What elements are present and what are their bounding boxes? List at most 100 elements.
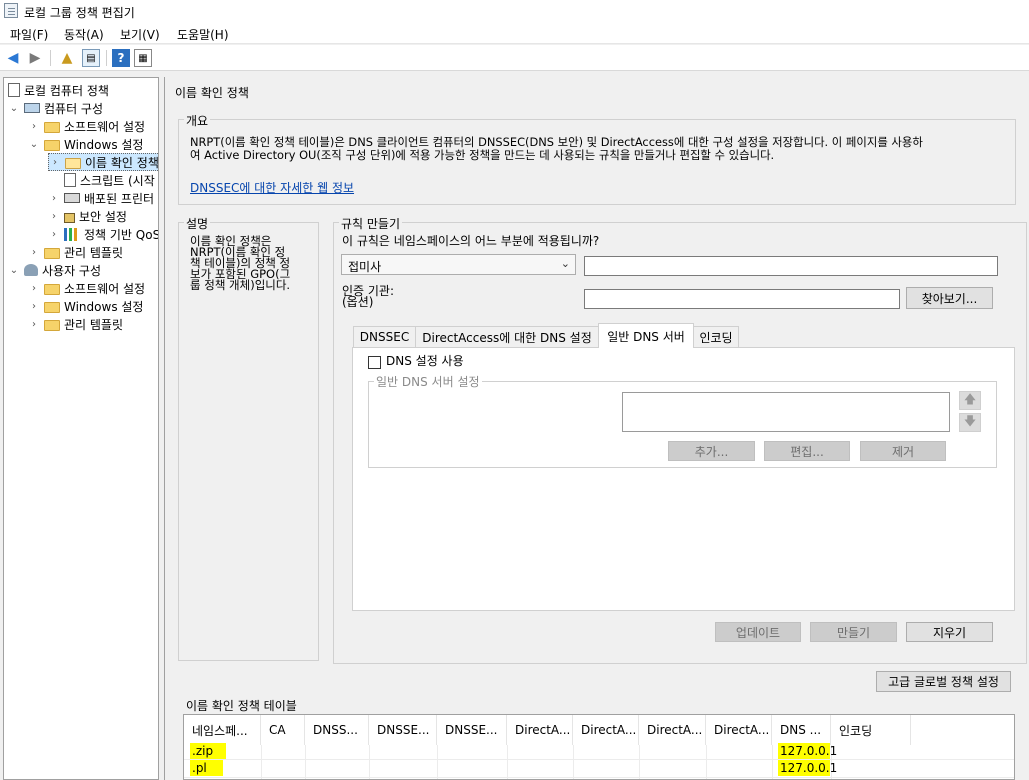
folder-icon (44, 139, 60, 151)
column-divider (706, 745, 707, 779)
back-icon[interactable]: ◀ (4, 49, 22, 67)
properties-icon[interactable]: ▦ (134, 49, 152, 67)
namespace-question: 이 규칙은 네임스페이스의 어느 부분에 적용됩니까? (342, 234, 600, 248)
browse-button[interactable]: 찾아보기... (906, 287, 993, 309)
row-divider (184, 759, 1014, 760)
tree-item-user-config[interactable]: ⌄ 사용자 구성 (8, 261, 101, 279)
namespace-type-select[interactable]: 접미사 ⌄ (341, 254, 576, 275)
dns-settings-label: DNS 설정 사용 (386, 354, 464, 368)
tree-item-label: 소프트웨어 설정 (64, 281, 146, 296)
tree-item-deployed-printers[interactable]: › 배포된 프린터 (48, 189, 154, 207)
show-hide-tree-icon[interactable]: ▤ (82, 49, 100, 67)
chevron-right-icon[interactable]: › (28, 301, 40, 312)
chevron-right-icon[interactable]: › (48, 193, 60, 204)
chevron-down-icon[interactable]: ⌄ (28, 139, 40, 150)
advanced-global-policy-button[interactable]: 고급 글로벌 정책 설정 (876, 671, 1011, 692)
column-header-directaccess-4[interactable]: DirectA... (706, 715, 772, 745)
folder-icon (44, 319, 60, 331)
overview-title: 개요 (184, 112, 211, 129)
menu-action[interactable]: 동작(A) (64, 26, 104, 43)
chevron-right-icon[interactable]: › (28, 283, 40, 294)
move-down-icon[interactable]: 🡇 (959, 413, 981, 432)
printer-icon (64, 193, 80, 203)
tree-item-label: 소프트웨어 설정 (64, 119, 146, 134)
namespace-input[interactable] (584, 256, 998, 276)
tree-item-local-computer-policy[interactable]: 로컬 컴퓨터 정책 (8, 81, 109, 99)
description-title: 설명 (184, 215, 211, 232)
column-divider (369, 745, 370, 779)
forward-icon[interactable]: ▶ (26, 49, 44, 67)
cert-authority-input[interactable] (584, 289, 900, 309)
chevron-right-icon[interactable]: › (28, 121, 40, 132)
column-header-directaccess-2[interactable]: DirectA... (573, 715, 639, 745)
menu-file[interactable]: 파일(F) (10, 26, 48, 43)
chevron-down-icon[interactable]: ⌄ (8, 265, 20, 276)
column-header-directaccess-1[interactable]: DirectA... (507, 715, 573, 745)
table-row-dns[interactable]: 127.0.0.1 (778, 743, 837, 759)
tree-item-admin-templates[interactable]: › 관리 템플릿 (28, 243, 123, 261)
remove-dns-server-button[interactable]: 제거 (860, 441, 946, 461)
tree-item-user-software-settings[interactable]: › 소프트웨어 설정 (28, 279, 145, 297)
column-header-dns[interactable]: DNS ... (772, 715, 831, 745)
column-header-dnssec-1[interactable]: DNSS... (305, 715, 369, 745)
users-icon (24, 264, 38, 276)
help-icon[interactable]: ? (112, 49, 130, 67)
tree-item-name-resolution-policy[interactable]: › 이름 확인 정책 (48, 153, 159, 171)
column-divider (772, 745, 773, 779)
tab-encoding[interactable]: 인코딩 (693, 326, 739, 347)
dns-settings-checkbox[interactable] (368, 356, 381, 369)
tree-item-label: 스크립트 (시작 (80, 173, 155, 188)
column-divider (261, 745, 262, 779)
chevron-right-icon[interactable]: › (49, 157, 61, 168)
overview-text-line2: 여 Active Directory OU(조직 구성 단위)에 적용 가능한 … (190, 148, 775, 162)
tree-item-security-settings[interactable]: › 보안 설정 (48, 207, 127, 225)
tab-dnssec[interactable]: DNSSEC (353, 326, 416, 347)
lock-icon (64, 212, 75, 223)
tab-generic-dns-server[interactable]: 일반 DNS 서버 (598, 323, 694, 348)
tree-item-user-admin-templates[interactable]: › 관리 템플릿 (28, 315, 123, 333)
tree-item-software-settings[interactable]: › 소프트웨어 설정 (28, 117, 145, 135)
column-header-dnssec-2[interactable]: DNSSE... (369, 715, 437, 745)
edit-dns-server-button[interactable]: 편집... (764, 441, 850, 461)
table-row-namespace[interactable]: .zip (190, 743, 226, 759)
move-up-icon[interactable]: 🡅 (959, 391, 981, 410)
column-divider (573, 745, 574, 779)
clear-button[interactable]: 지우기 (906, 622, 993, 642)
tree-item-user-windows-settings[interactable]: › Windows 설정 (28, 297, 143, 315)
column-header-directaccess-3[interactable]: DirectA... (639, 715, 706, 745)
update-button[interactable]: 업데이트 (715, 622, 801, 642)
folder-icon (44, 301, 60, 313)
chevron-down-icon[interactable]: ⌄ (8, 103, 20, 114)
column-header-namespace[interactable]: 네임스페... (184, 715, 261, 745)
column-header-encoding[interactable]: 인코딩 (831, 715, 911, 745)
toolbar-separator (106, 50, 107, 66)
chevron-right-icon[interactable]: › (28, 247, 40, 258)
tree-item-computer-config[interactable]: ⌄ 컴퓨터 구성 (8, 99, 103, 117)
nrpt-table[interactable]: 네임스페... CA DNSS... DNSSE... DNSSE... Dir… (183, 714, 1015, 780)
dns-server-list[interactable] (622, 392, 950, 432)
script-icon (64, 173, 76, 187)
folder-icon (44, 247, 60, 259)
chevron-right-icon[interactable]: › (48, 229, 60, 240)
add-dns-server-button[interactable]: 추가... (668, 441, 755, 461)
dnssec-info-link[interactable]: DNSSEC에 대한 자세한 웹 정보 (190, 182, 354, 195)
tree-item-windows-settings[interactable]: ⌄ Windows 설정 (28, 135, 144, 153)
chevron-down-icon: ⌄ (560, 257, 570, 270)
menu-view[interactable]: 보기(V) (120, 26, 160, 43)
tree-item-label: 이름 확인 정책 (85, 155, 159, 170)
tab-directaccess-dns[interactable]: DirectAccess에 대한 DNS 설정 (415, 326, 599, 347)
menu-help[interactable]: 도움말(H) (177, 26, 229, 43)
namespace-type-value: 접미사 (348, 260, 382, 274)
chevron-right-icon[interactable]: › (48, 211, 60, 222)
chevron-right-icon[interactable]: › (28, 319, 40, 330)
table-row-namespace[interactable]: .pl (190, 760, 223, 776)
create-button[interactable]: 만들기 (810, 622, 897, 642)
column-divider (639, 745, 640, 779)
tree-item-scripts[interactable]: 스크립트 (시작 (64, 171, 155, 189)
table-row-dns[interactable]: 127.0.0.1 (778, 760, 837, 776)
column-header-dnssec-3[interactable]: DNSSE... (437, 715, 507, 745)
tree-item-policy-qos[interactable]: › 정책 기반 QoS (48, 225, 158, 243)
page-title: 이름 확인 정책 (175, 86, 249, 100)
up-folder-icon[interactable]: ▲ (58, 49, 76, 67)
column-header-ca[interactable]: CA (261, 715, 305, 745)
